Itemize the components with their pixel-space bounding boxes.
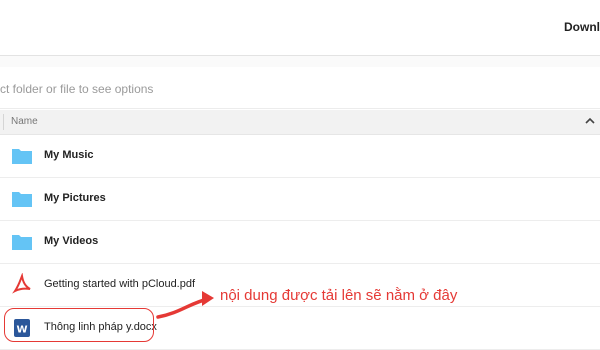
download-title[interactable]: Downl (564, 20, 600, 34)
chevron-up-icon[interactable] (584, 114, 596, 128)
folder-icon (12, 235, 32, 250)
file-name: My Music (44, 149, 94, 161)
file-row-my-videos[interactable]: My Videos (0, 221, 600, 264)
column-divider (3, 114, 4, 130)
file-row-my-pictures[interactable]: My Pictures (0, 178, 600, 221)
highlight-box (4, 308, 154, 342)
annotation-text: nội dung được tải lên sẽ nằm ở đây (220, 287, 458, 304)
selection-hint-bar: ct folder or file to see options (0, 68, 600, 109)
folder-icon (12, 149, 32, 164)
file-name: My Videos (44, 235, 99, 247)
pdf-icon (12, 273, 31, 294)
spacer (0, 56, 600, 67)
top-bar: Downl (0, 0, 600, 56)
arrow-icon (156, 291, 214, 319)
file-list-header: Name (0, 110, 600, 135)
folder-icon (12, 192, 32, 207)
column-header-name[interactable]: Name (11, 116, 38, 127)
selection-hint-text: ct folder or file to see options (0, 82, 154, 96)
file-name: My Pictures (44, 192, 106, 204)
file-row-my-music[interactable]: My Music (0, 135, 600, 178)
